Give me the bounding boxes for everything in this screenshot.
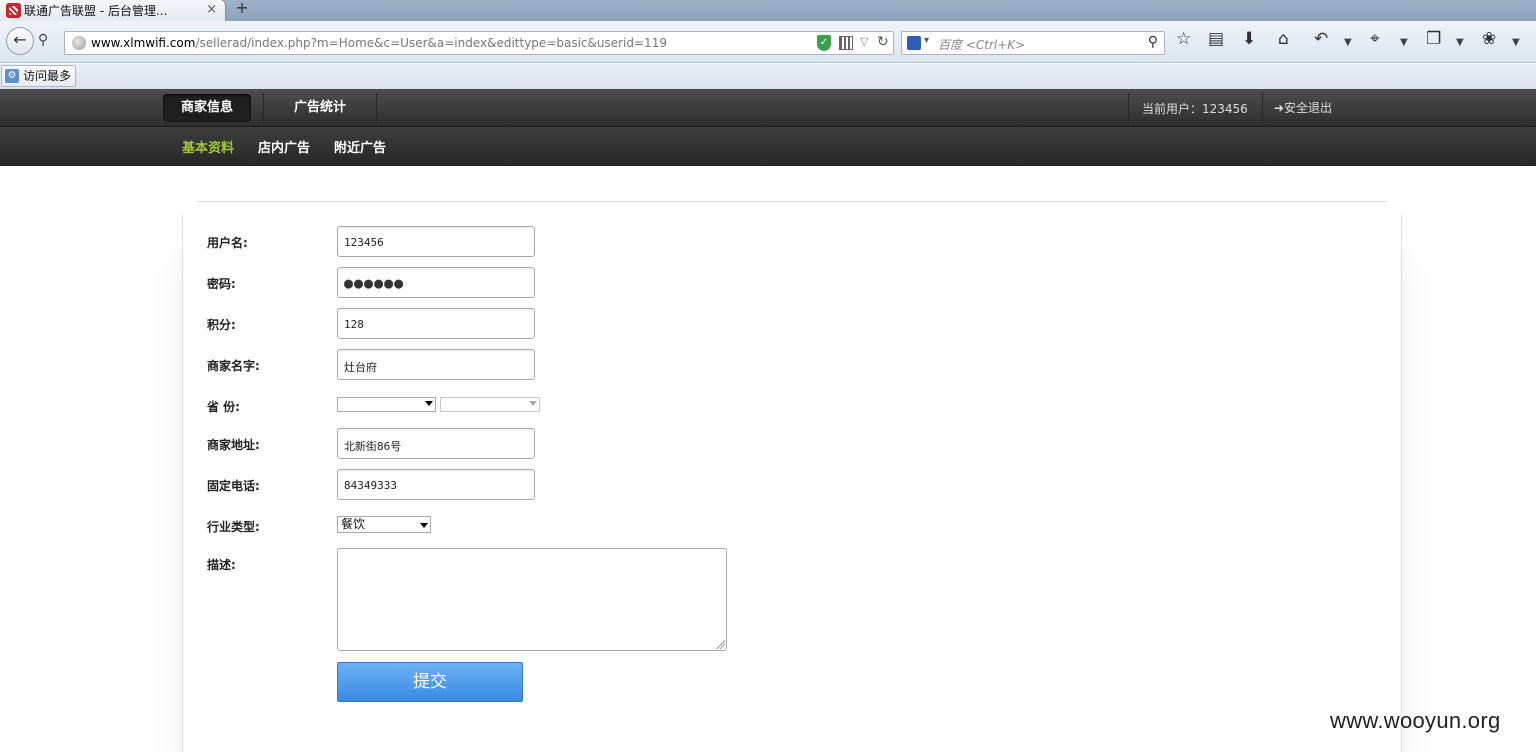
- undo-dropdown-icon[interactable]: ▼: [1344, 34, 1352, 52]
- browser-nav-bar: ← ⚲ www.xlmwifi.com/sellerad/index.php?m…: [0, 21, 1536, 63]
- chevron-down-icon: [420, 523, 428, 528]
- crop-icon[interactable]: ⌖: [1370, 30, 1380, 48]
- star-icon[interactable]: ☆: [1176, 30, 1191, 48]
- reading-list-icon[interactable]: ▤: [1208, 30, 1224, 48]
- shield-icon[interactable]: ✓: [817, 35, 831, 51]
- globe-icon: [72, 36, 86, 50]
- points-label: 积分:: [207, 318, 236, 332]
- download-icon[interactable]: ⬇: [1242, 30, 1256, 48]
- shop-name-input[interactable]: 灶台府: [337, 349, 535, 380]
- nav-separator: [1262, 93, 1263, 123]
- logout-link[interactable]: ➜安全退出: [1274, 99, 1332, 116]
- window-dropdown-icon[interactable]: ▼: [1456, 34, 1464, 52]
- search-icon[interactable]: ⚲: [1148, 34, 1158, 50]
- phone-input[interactable]: 84349333: [337, 469, 535, 500]
- window-icon[interactable]: ❐: [1426, 30, 1441, 48]
- chevron-down-icon: [425, 401, 433, 406]
- site-favicon-icon: [6, 3, 21, 18]
- nav-separator: [376, 93, 377, 123]
- address-label: 商家地址:: [207, 438, 260, 452]
- browser-tab-bar: 联通广告联盟 - 后台管理... × +: [0, 0, 1536, 21]
- app-main-nav: 商家信息 广告统计 当前用户：123456 ➜安全退出: [0, 89, 1536, 127]
- qr-code-icon[interactable]: [839, 36, 853, 50]
- phone-label: 固定电话:: [207, 479, 260, 493]
- description-textarea[interactable]: [337, 548, 727, 651]
- province-select[interactable]: [337, 397, 436, 412]
- bookmarks-bar: ⚙ 访问最多: [0, 64, 1536, 89]
- new-tab-button[interactable]: +: [233, 0, 251, 18]
- undo-icon[interactable]: ↶: [1314, 30, 1328, 48]
- password-input[interactable]: ●●●●●●: [337, 267, 535, 298]
- tab-title: 联通广告联盟 - 后台管理...: [24, 4, 168, 18]
- industry-selected-value: 餐饮: [341, 517, 366, 531]
- bookmark-most-visited[interactable]: ⚙ 访问最多: [1, 65, 77, 87]
- subtab-basic-info[interactable]: 基本资料: [182, 137, 234, 156]
- url-bar[interactable]: www.xlmwifi.com/sellerad/index.php?m=Hom…: [64, 31, 894, 55]
- tab-ad-stats[interactable]: 广告统计: [276, 94, 364, 122]
- nav-separator: [1128, 93, 1129, 123]
- watermark: www.wooyun.org: [1330, 708, 1501, 733]
- subtab-nearby-ads[interactable]: 附近广告: [334, 137, 386, 156]
- tab-merchant-info[interactable]: 商家信息: [163, 94, 252, 122]
- chevron-down-icon: [529, 401, 537, 406]
- url-text[interactable]: www.xlmwifi.com/sellerad/index.php?m=Hom…: [91, 36, 667, 50]
- address-input[interactable]: 北新街86号: [337, 428, 535, 459]
- subtab-in-store-ads[interactable]: 店内广告: [258, 137, 310, 156]
- username-input[interactable]: 123456: [337, 226, 535, 257]
- city-select[interactable]: [440, 397, 540, 412]
- submit-button[interactable]: 提交: [337, 662, 523, 702]
- shop-name-label: 商家名字:: [207, 359, 260, 373]
- industry-label: 行业类型:: [207, 520, 260, 534]
- browser-tab[interactable]: 联通广告联盟 - 后台管理... ×: [0, 0, 226, 21]
- search-engine-dropdown-icon[interactable]: ▾: [924, 35, 929, 46]
- bug-dropdown-icon[interactable]: ▼: [1512, 34, 1520, 52]
- password-label: 密码:: [207, 277, 236, 291]
- app-sub-nav: 基本资料 店内广告 附近广告: [0, 127, 1536, 166]
- search-input[interactable]: 百度 <Ctrl+K>: [938, 36, 1025, 53]
- home-icon[interactable]: ⌂: [1278, 30, 1289, 48]
- content-divider: [197, 201, 1387, 202]
- crop-dropdown-icon[interactable]: ▼: [1400, 34, 1408, 52]
- username-label: 用户名:: [207, 236, 248, 250]
- current-user-label: 当前用户：123456: [1142, 102, 1248, 116]
- history-dropdown-icon[interactable]: ▽: [860, 35, 868, 48]
- bookmark-folder-icon: ⚙: [5, 69, 19, 83]
- province-label: 省 份:: [207, 400, 240, 414]
- close-tab-icon[interactable]: ×: [206, 2, 217, 17]
- points-input[interactable]: 128: [337, 308, 535, 339]
- bug-icon[interactable]: ❀: [1482, 30, 1496, 48]
- resize-handle-icon[interactable]: [715, 639, 725, 649]
- reload-icon[interactable]: ↻: [877, 34, 889, 50]
- search-bar[interactable]: ▾ 百度 <Ctrl+K> ⚲: [901, 31, 1165, 55]
- back-button[interactable]: ←: [6, 27, 34, 55]
- industry-select[interactable]: 餐饮: [337, 516, 431, 533]
- baidu-icon[interactable]: [907, 36, 921, 50]
- nav-separator: [263, 93, 264, 123]
- description-label: 描述:: [207, 558, 236, 572]
- key-icon[interactable]: ⚲: [38, 32, 48, 48]
- bookmark-label: 访问最多: [23, 69, 72, 83]
